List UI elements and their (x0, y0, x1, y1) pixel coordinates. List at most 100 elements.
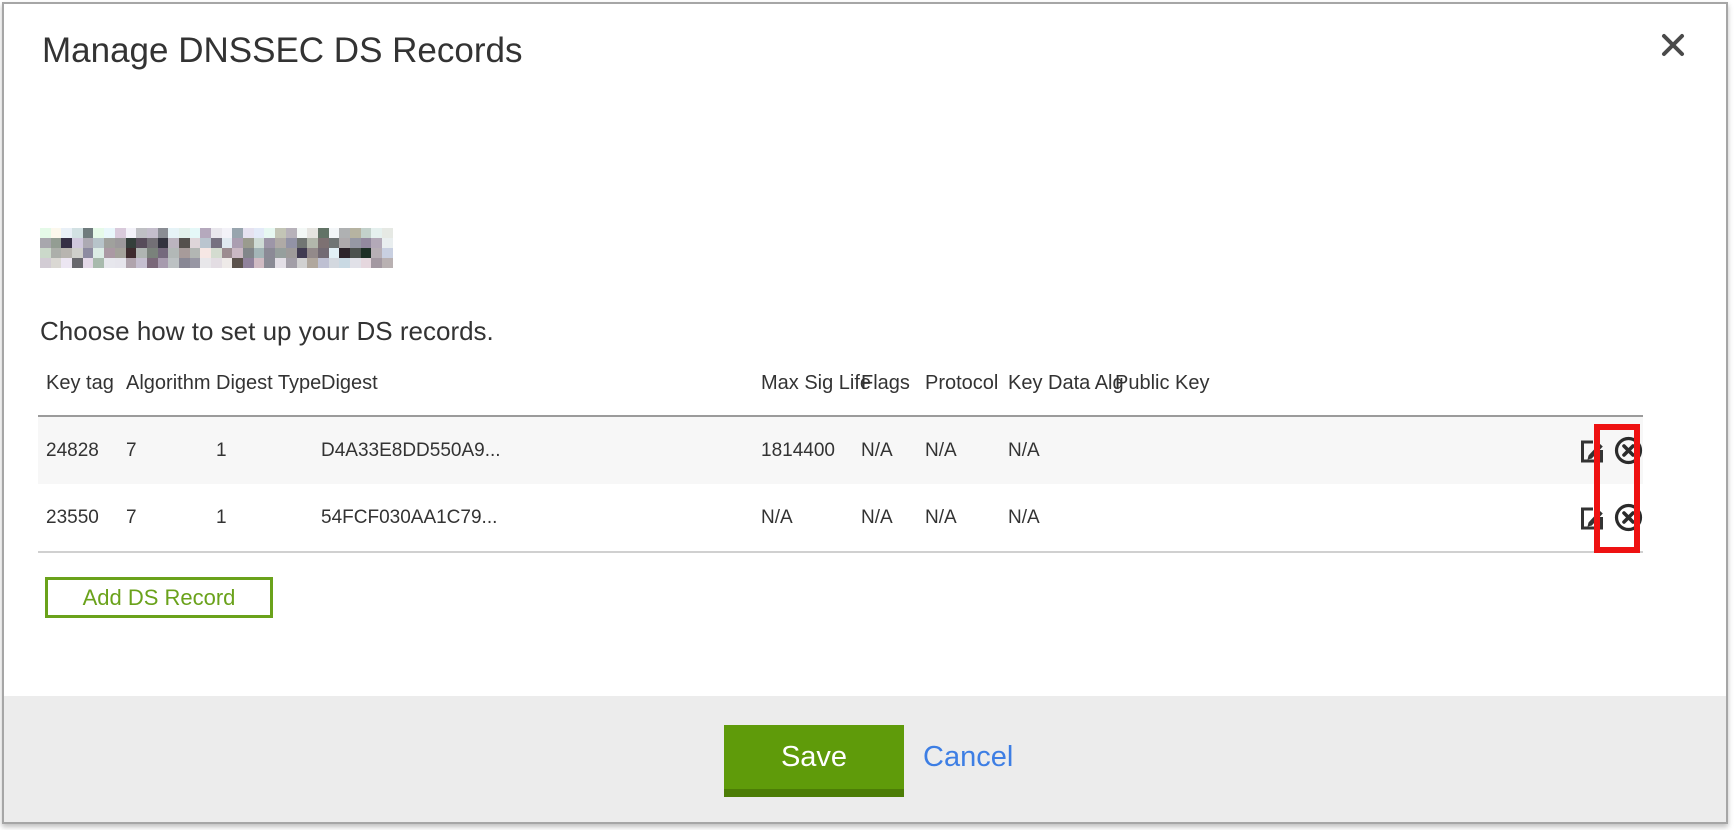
cell-protocol: N/A (917, 484, 1000, 552)
redacted-pixel (200, 248, 211, 258)
redacted-pixel (275, 238, 286, 248)
redacted-pixel (297, 258, 308, 268)
redacted-pixel (51, 248, 62, 258)
cell-algorithm: 7 (118, 484, 208, 552)
cell-key-tag: 24828 (38, 416, 118, 484)
redacted-pixel (72, 228, 83, 238)
redacted-pixel (307, 248, 318, 258)
cell-digest-type: 1 (208, 416, 313, 484)
manage-dnssec-ds-records-dialog: Manage DNSSEC DS Records Choose how to s… (2, 2, 1728, 824)
redacted-pixel (136, 228, 147, 238)
redacted-pixel (147, 228, 158, 238)
redacted-pixel (200, 238, 211, 248)
redacted-pixel (168, 228, 179, 238)
dialog-footer: Save Cancel (4, 696, 1726, 822)
redacted-pixel (115, 228, 126, 238)
edit-record-button[interactable] (1579, 438, 1605, 464)
save-button[interactable]: Save (724, 725, 904, 797)
redacted-pixel (126, 248, 137, 258)
redacted-pixel (136, 248, 147, 258)
cell-actions (1533, 484, 1643, 552)
redacted-pixel (158, 228, 169, 238)
close-button[interactable] (1654, 26, 1692, 64)
redacted-pixel (115, 248, 126, 258)
column-header-digest-type: Digest Type (208, 366, 313, 416)
edit-record-button[interactable] (1579, 505, 1605, 531)
redacted-pixel (147, 258, 158, 268)
cell-flags: N/A (853, 484, 917, 552)
redacted-pixel (318, 228, 329, 238)
redacted-pixel (297, 248, 308, 258)
redacted-pixel (51, 228, 62, 238)
redacted-pixel (382, 248, 393, 258)
delete-record-button[interactable] (1614, 436, 1643, 465)
redacted-pixel (126, 258, 137, 268)
redacted-pixel (382, 238, 393, 248)
redacted-pixel (243, 228, 254, 238)
redacted-pixel (83, 228, 94, 238)
redacted-pixel (179, 258, 190, 268)
redacted-pixel (72, 238, 83, 248)
redacted-pixel (264, 258, 275, 268)
redacted-pixel (158, 248, 169, 258)
redacted-pixel (361, 258, 372, 268)
redacted-pixel (222, 258, 233, 268)
redacted-pixel (350, 228, 361, 238)
redacted-pixel (318, 238, 329, 248)
redacted-pixel (264, 238, 275, 248)
add-ds-record-button[interactable]: Add DS Record (45, 577, 273, 618)
redacted-pixel (371, 228, 382, 238)
redacted-pixel (83, 238, 94, 248)
redacted-pixel (126, 238, 137, 248)
redacted-pixel (211, 258, 222, 268)
redacted-pixel (158, 258, 169, 268)
cell-flags: N/A (853, 416, 917, 484)
redacted-pixel (126, 228, 137, 238)
table-header-row: Key tag Algorithm Digest Type Digest Max… (38, 366, 1643, 416)
redacted-pixel (339, 258, 350, 268)
redacted-pixel (104, 258, 115, 268)
redacted-pixel (104, 248, 115, 258)
redacted-pixel (339, 248, 350, 258)
redacted-pixel (286, 238, 297, 248)
edit-pencil-icon (1579, 438, 1605, 464)
cancel-link[interactable]: Cancel (923, 740, 1013, 774)
redacted-pixel (104, 238, 115, 248)
redacted-pixel (168, 238, 179, 248)
redacted-pixel (93, 228, 104, 238)
ds-records-table: Key tag Algorithm Digest Type Digest Max… (38, 366, 1643, 553)
redacted-pixel (350, 248, 361, 258)
redacted-pixel (232, 258, 243, 268)
cell-actions (1533, 416, 1643, 484)
redacted-pixel (179, 238, 190, 248)
dialog-title: Manage DNSSEC DS Records (42, 31, 522, 71)
redacted-pixel (147, 248, 158, 258)
redacted-pixel (72, 248, 83, 258)
redacted-pixel (61, 228, 72, 238)
redacted-pixel (51, 238, 62, 248)
instruction-text: Choose how to set up your DS records. (40, 316, 494, 346)
redacted-pixel (93, 238, 104, 248)
redacted-pixel (307, 228, 318, 238)
redacted-pixel (179, 248, 190, 258)
redacted-pixel (136, 238, 147, 248)
redacted-pixel (115, 258, 126, 268)
column-header-key-data-alg: Key Data Alg (1000, 366, 1107, 416)
redacted-pixel (329, 228, 340, 238)
column-header-max-sig-life: Max Sig Life (753, 366, 853, 416)
redacted-pixel (168, 248, 179, 258)
redacted-pixel (371, 258, 382, 268)
cell-algorithm: 7 (118, 416, 208, 484)
redacted-pixel (361, 228, 372, 238)
cell-key-data-alg: N/A (1000, 484, 1107, 552)
delete-record-button[interactable] (1614, 503, 1643, 532)
redacted-pixel (83, 258, 94, 268)
redacted-pixel (307, 238, 318, 248)
redacted-pixel (93, 248, 104, 258)
redacted-pixel (243, 258, 254, 268)
table-row: 24828 7 1 D4A33E8DD550A9... 1814400 N/A … (38, 416, 1643, 484)
redacted-pixel (254, 258, 265, 268)
column-header-key-tag: Key tag (38, 366, 118, 416)
redacted-pixel (147, 238, 158, 248)
cell-public-key (1107, 416, 1533, 484)
